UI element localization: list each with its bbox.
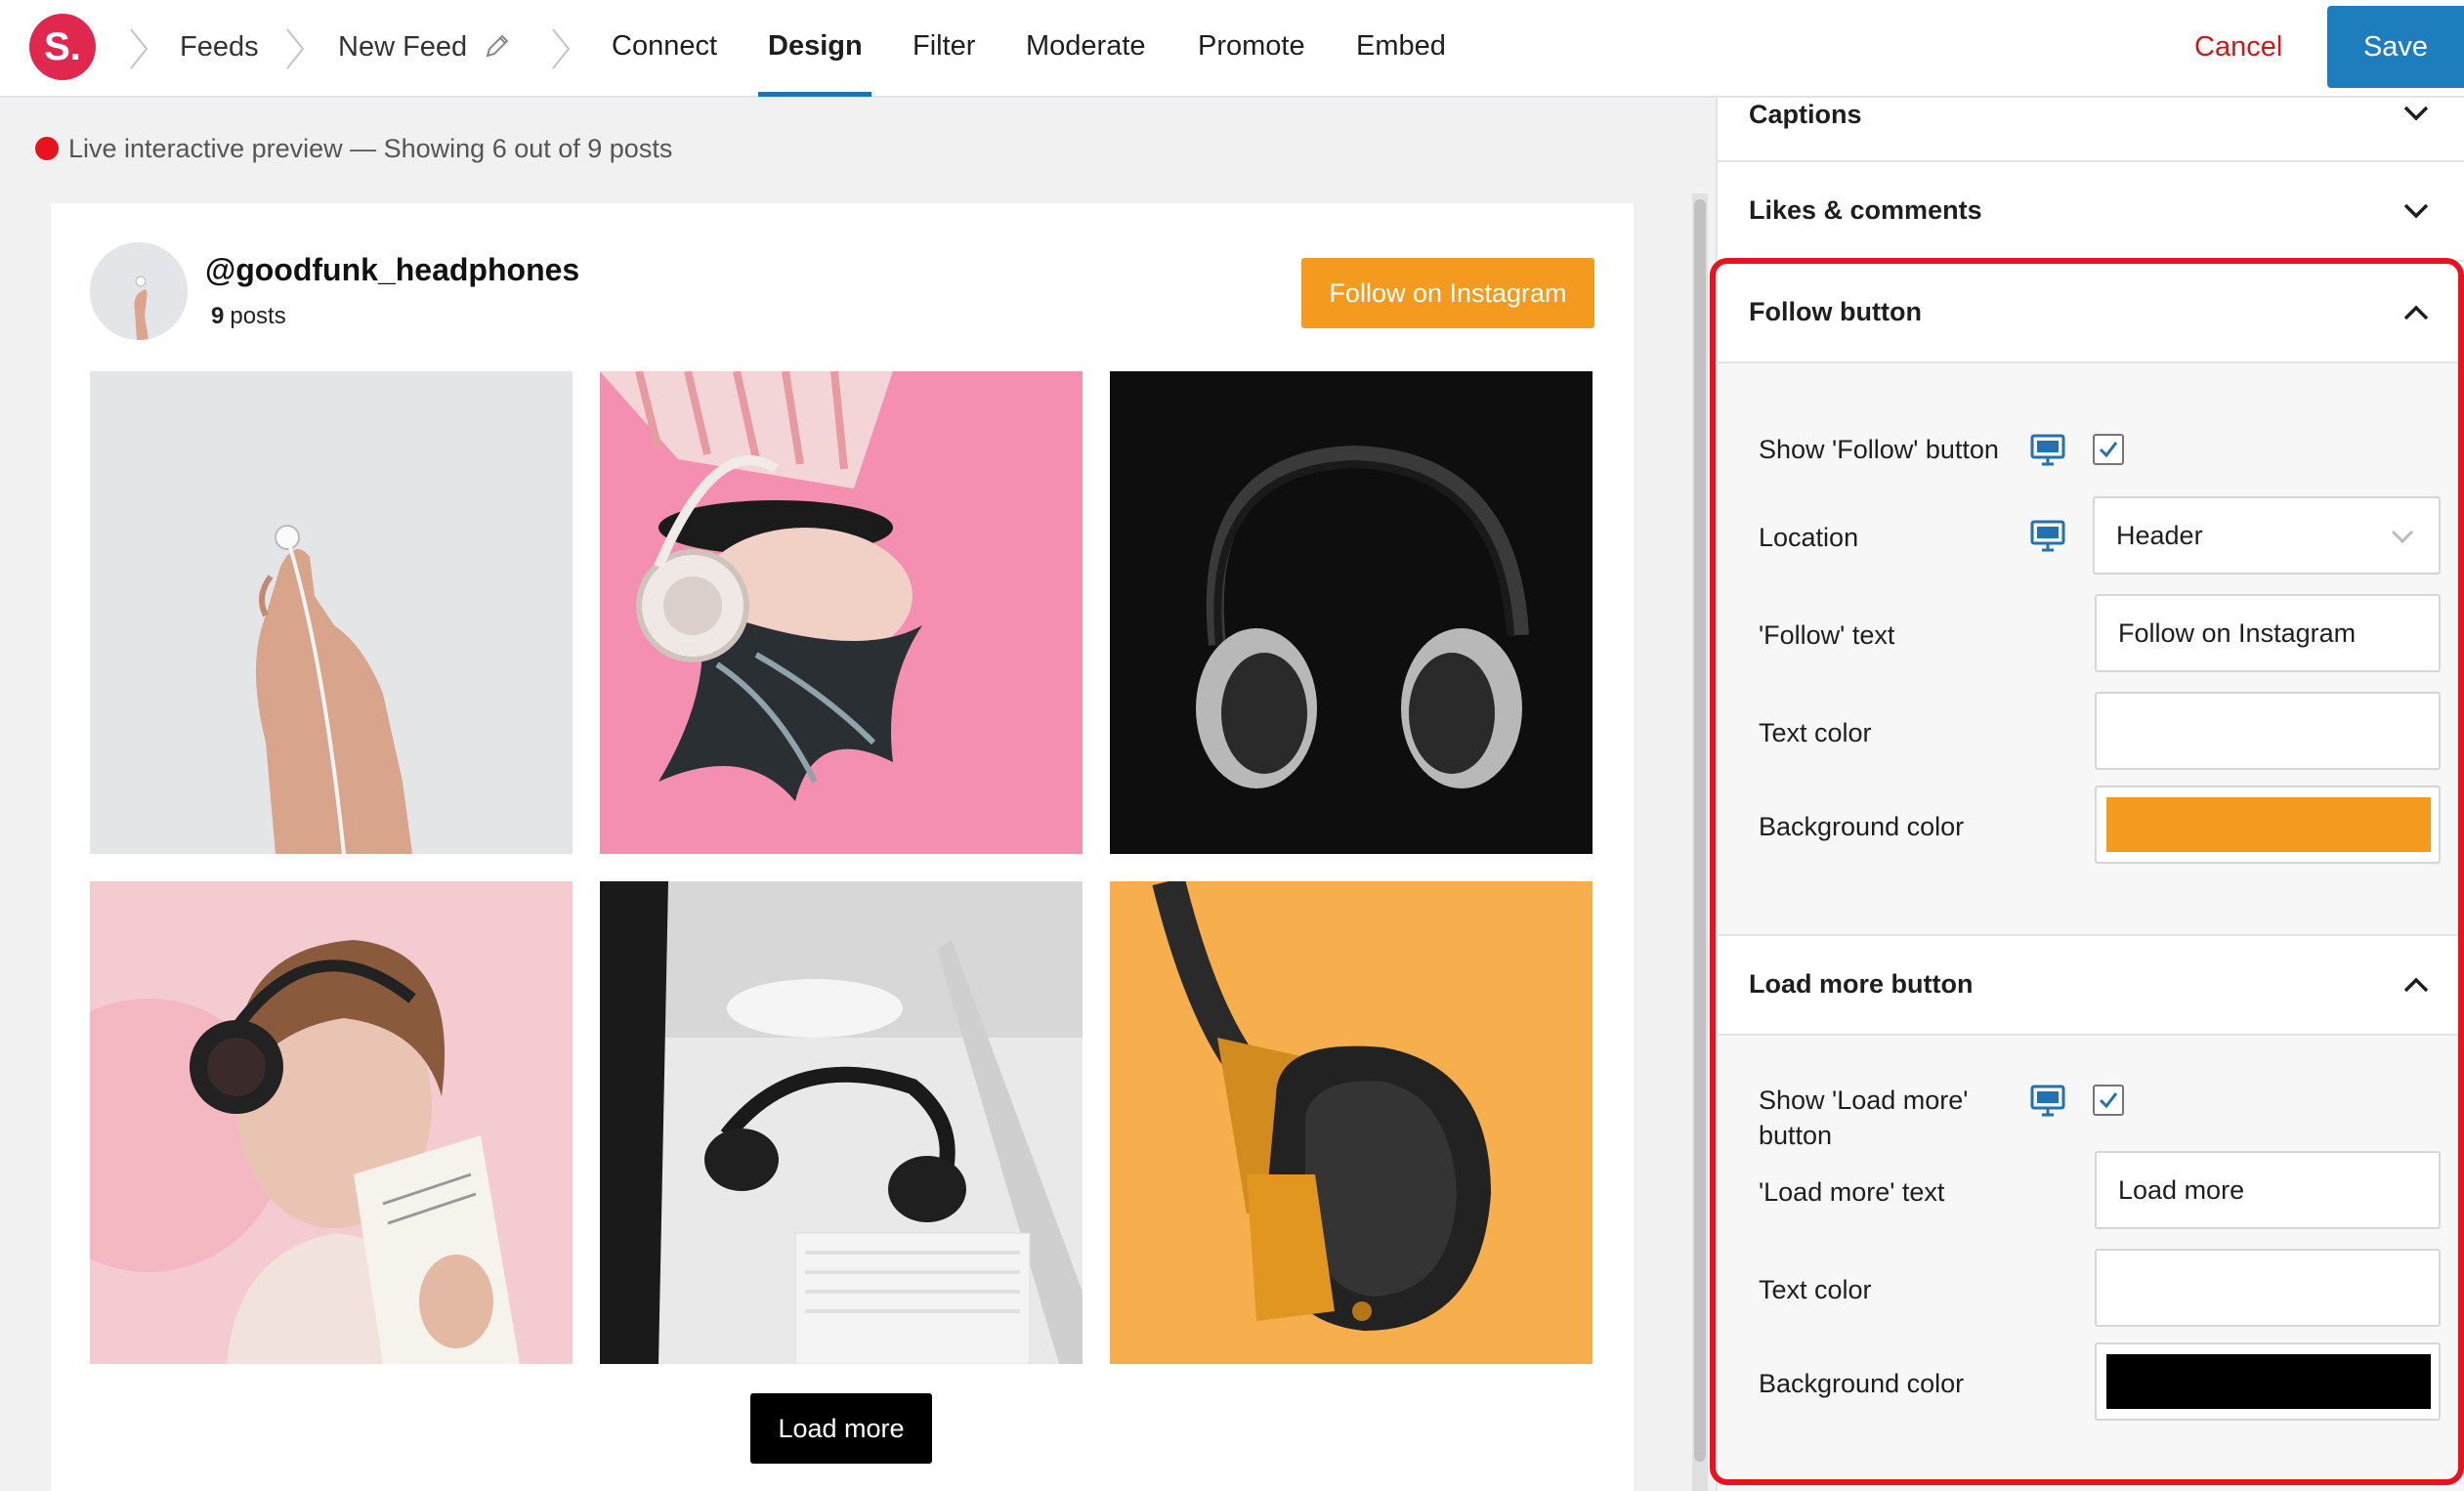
follow-text-label: 'Follow' text	[1759, 620, 1895, 650]
text-color-picker[interactable]	[2095, 692, 2441, 770]
follow-button-settings: Show 'Follow' button Location Header 'Fo…	[1718, 363, 2464, 936]
active-tab-indicator	[758, 92, 871, 97]
post-count: 9 posts	[211, 303, 286, 330]
breadcrumb-feed-name[interactable]: New Feed	[338, 29, 467, 64]
app-logo[interactable]: S.	[29, 14, 96, 80]
chevron-down-icon	[2401, 104, 2431, 123]
chevron-right-icon	[549, 27, 573, 70]
feed-photo[interactable]	[1110, 881, 1593, 1364]
load-more-text-input[interactable]: Load more	[2095, 1151, 2441, 1229]
background-color-label: Background color	[1759, 1369, 1965, 1398]
feed-photo[interactable]	[600, 881, 1083, 1364]
feed-photo[interactable]	[600, 371, 1083, 854]
tab-embed[interactable]: Embed	[1356, 0, 1446, 98]
top-bar: S. Feeds New Feed Connect Design Filter …	[0, 0, 2464, 98]
avatar[interactable]	[90, 242, 188, 340]
desktop-icon[interactable]	[2030, 434, 2065, 467]
background-color-label: Background color	[1759, 812, 1965, 841]
section-likes-comments[interactable]: Likes & comments	[1718, 162, 2464, 262]
tab-moderate[interactable]: Moderate	[1026, 0, 1146, 98]
preview-scrollbar-thumb[interactable]	[1694, 199, 1706, 1462]
load-more-settings: Show 'Load more' button 'Load more' text…	[1718, 1036, 2464, 1491]
profile-username[interactable]: @goodfunk_headphones	[205, 252, 579, 288]
post-count-value: 9	[211, 303, 225, 329]
section-load-more-button[interactable]: Load more button	[1718, 936, 2464, 1036]
show-follow-checkbox[interactable]	[2093, 434, 2124, 465]
load-more-text-label: 'Load more' text	[1759, 1177, 1945, 1207]
feed-photo[interactable]	[90, 881, 573, 1364]
breadcrumb-feeds[interactable]: Feeds	[180, 29, 259, 64]
chevron-right-icon	[127, 27, 150, 70]
desktop-icon[interactable]	[2030, 520, 2065, 553]
text-color-label: Text color	[1759, 718, 1872, 747]
feed-preview: @goodfunk_headphones 9 posts Follow on In…	[51, 203, 1634, 1491]
tab-filter[interactable]: Filter	[913, 0, 975, 98]
background-color-picker[interactable]	[2095, 786, 2441, 864]
section-follow-button[interactable]: Follow button	[1718, 262, 2464, 363]
location-select[interactable]: Header	[2093, 496, 2441, 575]
design-settings-panel: Captions Likes & comments Follow button …	[1716, 98, 2464, 1491]
follow-text-input[interactable]: Follow on Instagram	[2095, 594, 2441, 672]
text-color-picker[interactable]	[2095, 1249, 2441, 1327]
desktop-icon[interactable]	[2030, 1085, 2065, 1118]
section-title: Load more button	[1749, 969, 1974, 999]
chevron-right-icon	[283, 27, 307, 70]
section-title: Captions	[1749, 100, 1862, 129]
follow-on-instagram-button[interactable]: Follow on Instagram	[1301, 258, 1594, 328]
chevron-down-icon	[2401, 201, 2431, 221]
show-load-more-checkbox[interactable]	[2093, 1085, 2124, 1116]
pencil-icon[interactable]	[483, 31, 512, 61]
save-button[interactable]: Save	[2327, 6, 2464, 88]
chevron-down-icon	[2391, 530, 2414, 544]
tab-promote[interactable]: Promote	[1198, 0, 1305, 98]
background-color-picker[interactable]	[2095, 1342, 2441, 1421]
show-load-more-label: Show 'Load more' button	[1759, 1086, 1969, 1150]
tab-design[interactable]: Design	[768, 0, 863, 98]
text-color-label: Text color	[1759, 1275, 1872, 1304]
color-swatch-orange	[2106, 797, 2431, 852]
chevron-up-icon	[2401, 303, 2431, 322]
location-label: Location	[1759, 523, 1859, 552]
location-value: Header	[2116, 521, 2203, 550]
load-more-button[interactable]: Load more	[750, 1393, 932, 1464]
chevron-up-icon	[2401, 975, 2431, 995]
tab-connect[interactable]: Connect	[612, 0, 717, 98]
preview-status-text: Live interactive preview — Showing 6 out…	[68, 134, 673, 163]
preview-status: Live interactive preview — Showing 6 out…	[35, 131, 672, 166]
section-title: Follow button	[1749, 297, 1922, 326]
cancel-button[interactable]: Cancel	[2194, 29, 2282, 64]
feed-photo[interactable]	[90, 371, 573, 854]
color-swatch-black	[2106, 1354, 2431, 1409]
live-indicator-icon	[35, 137, 59, 160]
post-count-label: posts	[230, 303, 286, 329]
section-captions[interactable]: Captions	[1718, 98, 2464, 162]
feed-photo[interactable]	[1110, 371, 1593, 854]
show-follow-label: Show 'Follow' button	[1759, 435, 1999, 464]
section-title: Likes & comments	[1749, 195, 1982, 225]
